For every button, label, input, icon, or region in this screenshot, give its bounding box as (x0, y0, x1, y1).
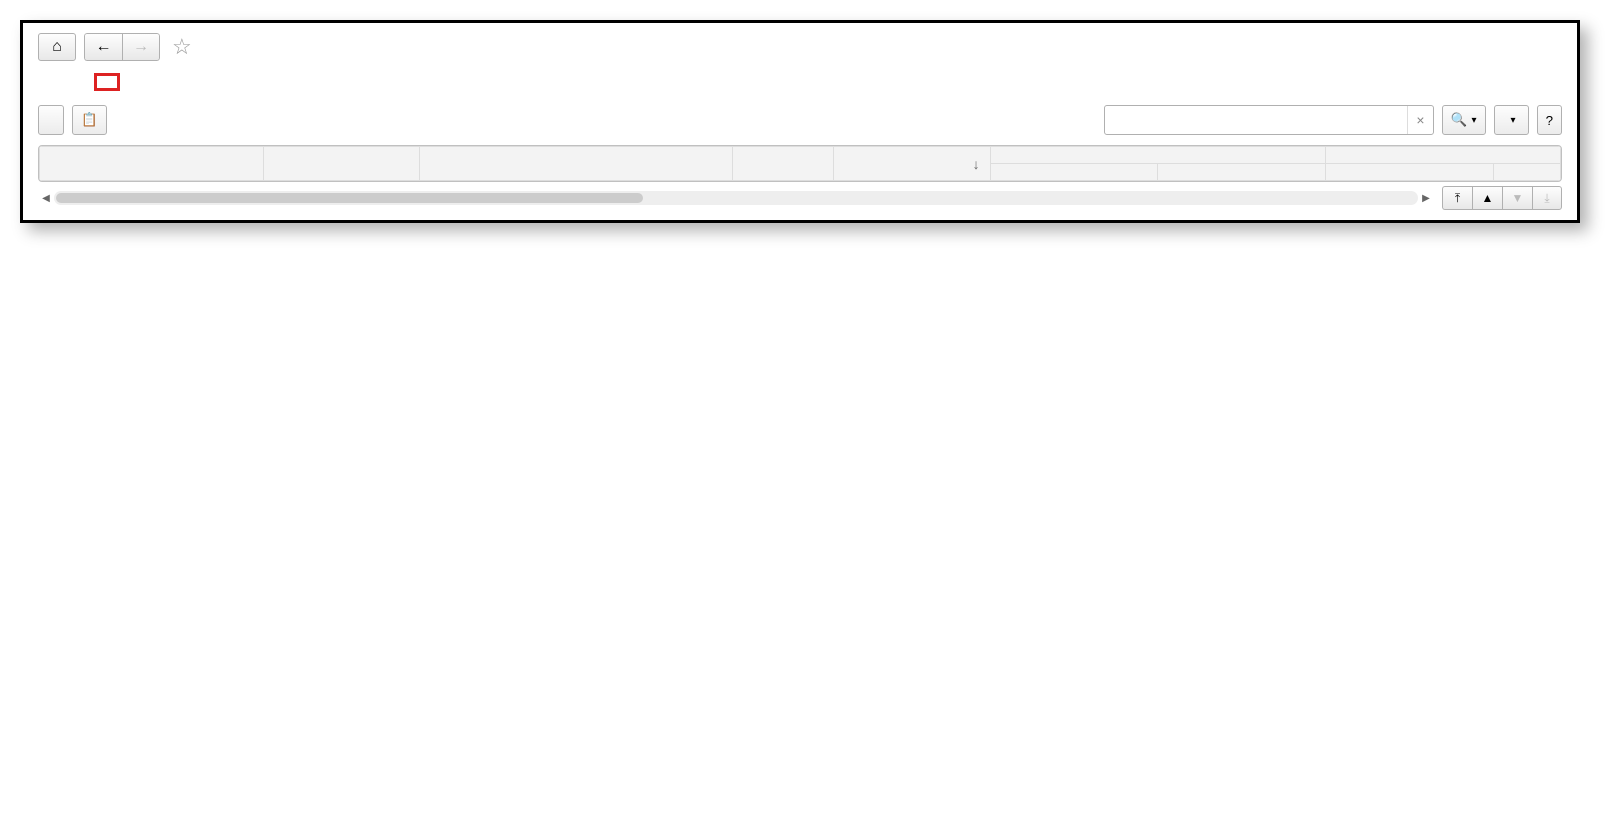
last-page-button[interactable]: ⤓ (1532, 186, 1562, 210)
first-page-button[interactable]: ⤒ (1442, 186, 1472, 210)
copy-icon: 📋 (81, 112, 98, 128)
col-warehouse-type[interactable]: ↓ (834, 147, 991, 181)
prev-page-button[interactable]: ▲ (1472, 186, 1502, 210)
back-button[interactable]: ← (84, 33, 122, 61)
accounts-table[interactable]: ↓ (39, 146, 1561, 181)
more-actions-button[interactable]: ▾ (1494, 105, 1529, 135)
next-page-button[interactable]: ▼ (1502, 186, 1532, 210)
forward-button[interactable]: → (122, 33, 160, 61)
search-box[interactable]: × (1104, 105, 1434, 135)
copy-button[interactable]: 📋 (72, 105, 107, 135)
scroll-right-arrow[interactable]: ▶ (1418, 193, 1434, 204)
col-item-type[interactable] (420, 147, 733, 181)
col-nomenclature[interactable] (263, 147, 420, 181)
chevron-down-icon: ▾ (1472, 115, 1477, 126)
col-group-income[interactable] (1326, 147, 1561, 164)
chevron-down-icon: ▾ (1511, 115, 1516, 126)
col-warehouse[interactable] (733, 147, 834, 181)
col-transfer-account[interactable] (1158, 164, 1326, 181)
sort-arrow-icon: ↓ (973, 156, 980, 172)
help-button[interactable]: ? (1537, 105, 1562, 135)
col-income-account[interactable] (1326, 164, 1494, 181)
home-icon: ⌂ (52, 38, 62, 56)
clear-search-button[interactable]: × (1407, 106, 1433, 134)
arrow-right-icon: → (133, 38, 149, 56)
scroll-left-arrow[interactable]: ◀ (38, 193, 54, 204)
arrow-left-icon: ← (96, 38, 112, 56)
tab-accounts[interactable] (94, 73, 120, 91)
search-input[interactable] (1105, 106, 1407, 134)
col-account[interactable] (990, 164, 1158, 181)
home-button[interactable]: ⌂ (38, 33, 76, 61)
horizontal-scrollbar[interactable] (54, 191, 1418, 205)
create-button[interactable] (38, 105, 64, 135)
col-expense-account[interactable] (1493, 164, 1560, 181)
scrollbar-thumb[interactable] (56, 193, 643, 203)
col-group-accounts[interactable] (990, 147, 1326, 164)
search-options-button[interactable]: 🔍 ▾ (1442, 105, 1486, 135)
col-organization[interactable] (40, 147, 264, 181)
star-icon[interactable]: ☆ (172, 34, 192, 60)
magnifier-icon: 🔍 (1451, 112, 1468, 128)
